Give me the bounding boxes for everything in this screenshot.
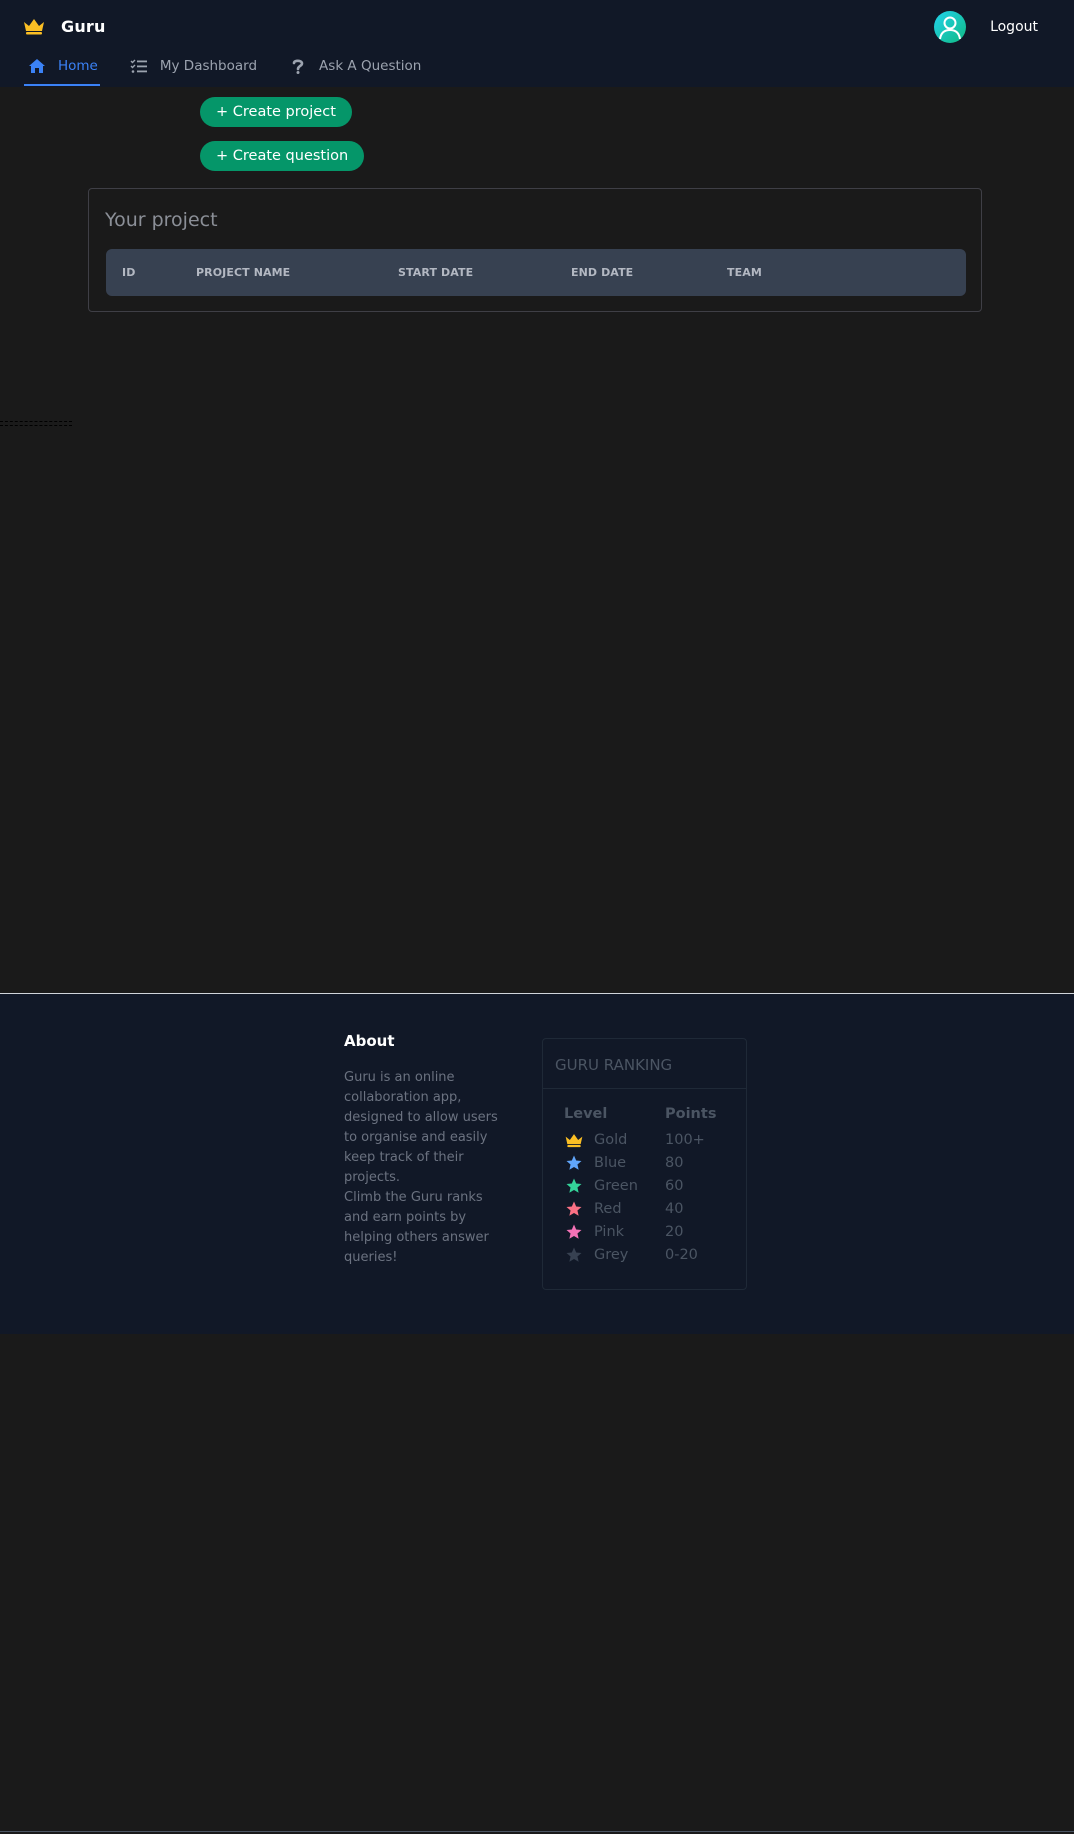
rank-points: 20 xyxy=(665,1224,684,1240)
about-title: About xyxy=(344,1032,395,1050)
rank-points: 100+ xyxy=(665,1132,705,1148)
about-text: Guru is an online collaboration app, des… xyxy=(344,1068,502,1268)
nav-tabs: Home My Dashboard Ask A Question xyxy=(24,50,451,87)
tab-home-label: Home xyxy=(58,58,98,74)
footer: About Guru is an online collaboration ap… xyxy=(0,993,1074,1334)
star-icon xyxy=(564,1199,584,1219)
brand[interactable]: Guru xyxy=(22,16,106,36)
ranking-header: GURU RANKING xyxy=(543,1039,746,1089)
project-table-header: ID PROJECT NAME START DATE END DATE TEAM xyxy=(106,249,966,296)
rank-level-name: Red xyxy=(594,1201,622,1217)
rank-points: 0-20 xyxy=(665,1247,698,1263)
rank-row-grey: Grey 0-20 xyxy=(564,1245,739,1265)
tab-ask-a-question[interactable]: Ask A Question xyxy=(287,50,423,82)
project-card: Your project ID PROJECT NAME START DATE … xyxy=(88,188,982,312)
tab-home[interactable]: Home xyxy=(24,50,100,86)
column-header-end-date: END DATE xyxy=(571,266,634,279)
star-icon xyxy=(564,1153,584,1173)
crown-icon xyxy=(564,1130,584,1150)
rank-level-name: Pink xyxy=(594,1224,625,1240)
points-header: Points xyxy=(665,1106,717,1122)
rank-row-pink: Pink 20 xyxy=(564,1222,739,1242)
create-question-button[interactable]: + Create question xyxy=(200,141,365,171)
rank-points: 40 xyxy=(665,1201,684,1217)
rank-level-name: Green xyxy=(594,1178,638,1194)
guru-ranking-card: GURU RANKING Level Points Gold 100+ Blue… xyxy=(542,1038,747,1290)
create-project-button[interactable]: + Create project xyxy=(200,97,352,127)
about-paragraph: Climb the Guru ranks and earn points by … xyxy=(344,1190,489,1265)
tab-my-dashboard[interactable]: My Dashboard xyxy=(128,50,259,82)
column-header-id: ID xyxy=(122,266,136,279)
divider xyxy=(0,421,72,426)
tab-ask-a-question-label: Ask A Question xyxy=(319,58,422,74)
star-icon xyxy=(564,1222,584,1242)
crown-icon xyxy=(22,16,46,36)
star-icon xyxy=(564,1245,584,1265)
column-header-start-date: START DATE xyxy=(398,266,474,279)
rank-level-name: Gold xyxy=(594,1132,628,1148)
user-area: Logout xyxy=(934,11,1038,43)
top-navbar: Guru Logout Home My Dashboard Ask A Ques… xyxy=(0,0,1074,87)
column-header-team: TEAM xyxy=(727,266,762,279)
rank-points: 60 xyxy=(665,1178,684,1194)
star-icon xyxy=(564,1176,584,1196)
rank-level-name: Grey xyxy=(594,1247,629,1263)
question-icon xyxy=(289,58,307,74)
rank-row-blue: Blue 80 xyxy=(564,1153,739,1173)
column-header-project-name: PROJECT NAME xyxy=(196,266,291,279)
ranking-title: GURU RANKING xyxy=(555,1056,673,1074)
level-header: Level xyxy=(564,1106,608,1122)
tab-my-dashboard-label: My Dashboard xyxy=(159,58,258,74)
project-title: Your project xyxy=(105,209,218,231)
avatar[interactable] xyxy=(934,11,967,43)
home-icon xyxy=(28,58,46,74)
rank-points: 80 xyxy=(665,1155,684,1171)
brand-name: Guru xyxy=(61,16,106,36)
rank-row-gold: Gold 100+ xyxy=(564,1130,739,1150)
bottom-divider xyxy=(0,1831,1074,1832)
user-icon xyxy=(939,16,962,40)
page: Guru Logout Home My Dashboard Ask A Ques… xyxy=(0,0,1074,1834)
checklist-icon xyxy=(130,58,148,74)
rank-row-red: Red 40 xyxy=(564,1199,739,1219)
logout-button[interactable]: Logout xyxy=(990,19,1038,35)
rank-row-green: Green 60 xyxy=(564,1176,739,1196)
about-paragraph: Guru is an online collaboration app, des… xyxy=(344,1070,498,1185)
rank-level-name: Blue xyxy=(594,1155,627,1171)
